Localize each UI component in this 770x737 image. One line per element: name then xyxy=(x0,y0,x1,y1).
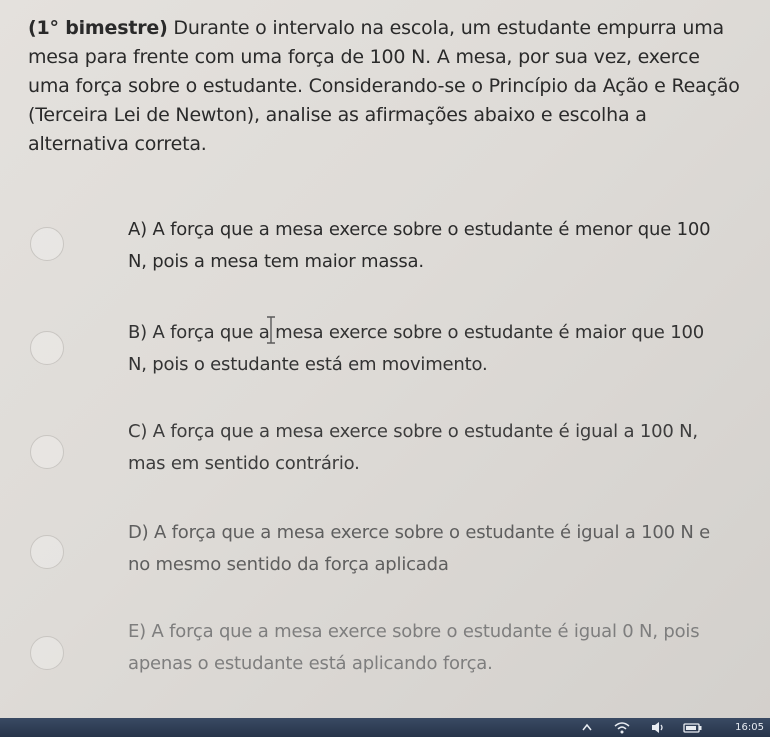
option-a-label[interactable]: A) A força que a mesa exerce sobre o est… xyxy=(128,214,728,278)
answer-options: A) A força que a mesa exerce sobre o est… xyxy=(0,0,770,737)
option-d-radio[interactable] xyxy=(30,535,64,569)
option-c-radio[interactable] xyxy=(30,435,64,469)
option-e-radio[interactable] xyxy=(30,636,64,670)
option-b-label[interactable]: B) A força que a mesa exerce sobre o est… xyxy=(128,317,728,381)
speaker-icon[interactable] xyxy=(650,720,666,735)
chevron-up-icon[interactable] xyxy=(582,720,592,735)
option-a-radio[interactable] xyxy=(30,227,64,261)
option-c-label[interactable]: C) A força que a mesa exerce sobre o est… xyxy=(128,416,728,480)
option-d-label[interactable]: D) A força que a mesa exerce sobre o est… xyxy=(128,517,728,581)
wifi-icon[interactable] xyxy=(614,720,630,735)
option-b-radio[interactable] xyxy=(30,331,64,365)
taskbar: 16:05 xyxy=(0,718,770,737)
battery-icon[interactable] xyxy=(683,720,703,735)
text-cursor-icon xyxy=(267,316,275,344)
option-e-label[interactable]: E) A força que a mesa exerce sobre o est… xyxy=(128,616,728,680)
taskbar-clock[interactable]: 16:05 xyxy=(735,719,764,736)
